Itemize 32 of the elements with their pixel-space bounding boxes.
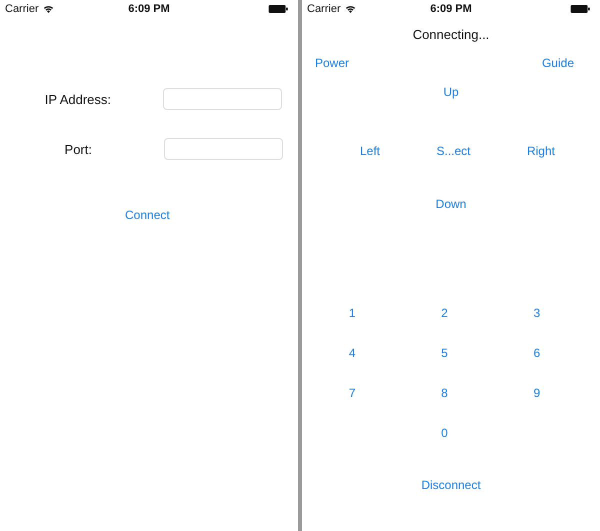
field-label: IP Address:: [44, 92, 111, 106]
remote-button[interactable]: Guide: [542, 56, 574, 70]
number-key[interactable]: 6: [533, 346, 540, 360]
battery-icon: [268, 5, 289, 13]
wifi-icon: [42, 5, 54, 13]
screen-title: Connecting...: [412, 27, 490, 42]
disconnect-button[interactable]: Disconnect: [421, 478, 481, 492]
wifi-icon: [344, 5, 356, 13]
connect-button[interactable]: Connect: [125, 208, 170, 222]
carrier-label: Carrier: [5, 3, 39, 15]
battery-icon: [570, 5, 591, 13]
input-field[interactable]: [163, 88, 282, 110]
number-key[interactable]: 9: [533, 386, 540, 400]
number-key[interactable]: 4: [348, 346, 356, 360]
carrier-label: Carrier: [307, 3, 341, 15]
input-field[interactable]: [164, 138, 283, 160]
down-button[interactable]: Down: [436, 197, 466, 211]
number-key[interactable]: 3: [533, 306, 540, 320]
remote-button[interactable]: Right: [526, 144, 555, 158]
status-time: 6:09 PM: [128, 3, 170, 15]
number-key[interactable]: 0: [441, 426, 448, 440]
remote-button[interactable]: Power: [315, 56, 350, 70]
number-key[interactable]: 5: [441, 346, 448, 360]
remote-button[interactable]: S...ect: [436, 144, 470, 158]
remote-button[interactable]: Left: [360, 144, 380, 158]
field-label: Port:: [64, 142, 92, 156]
up-button[interactable]: Up: [443, 85, 459, 99]
number-key[interactable]: 1: [348, 306, 356, 320]
number-key[interactable]: 7: [348, 386, 356, 400]
status-time: 6:09 PM: [430, 3, 472, 15]
number-key[interactable]: 2: [441, 306, 448, 320]
number-key[interactable]: 8: [441, 386, 448, 400]
